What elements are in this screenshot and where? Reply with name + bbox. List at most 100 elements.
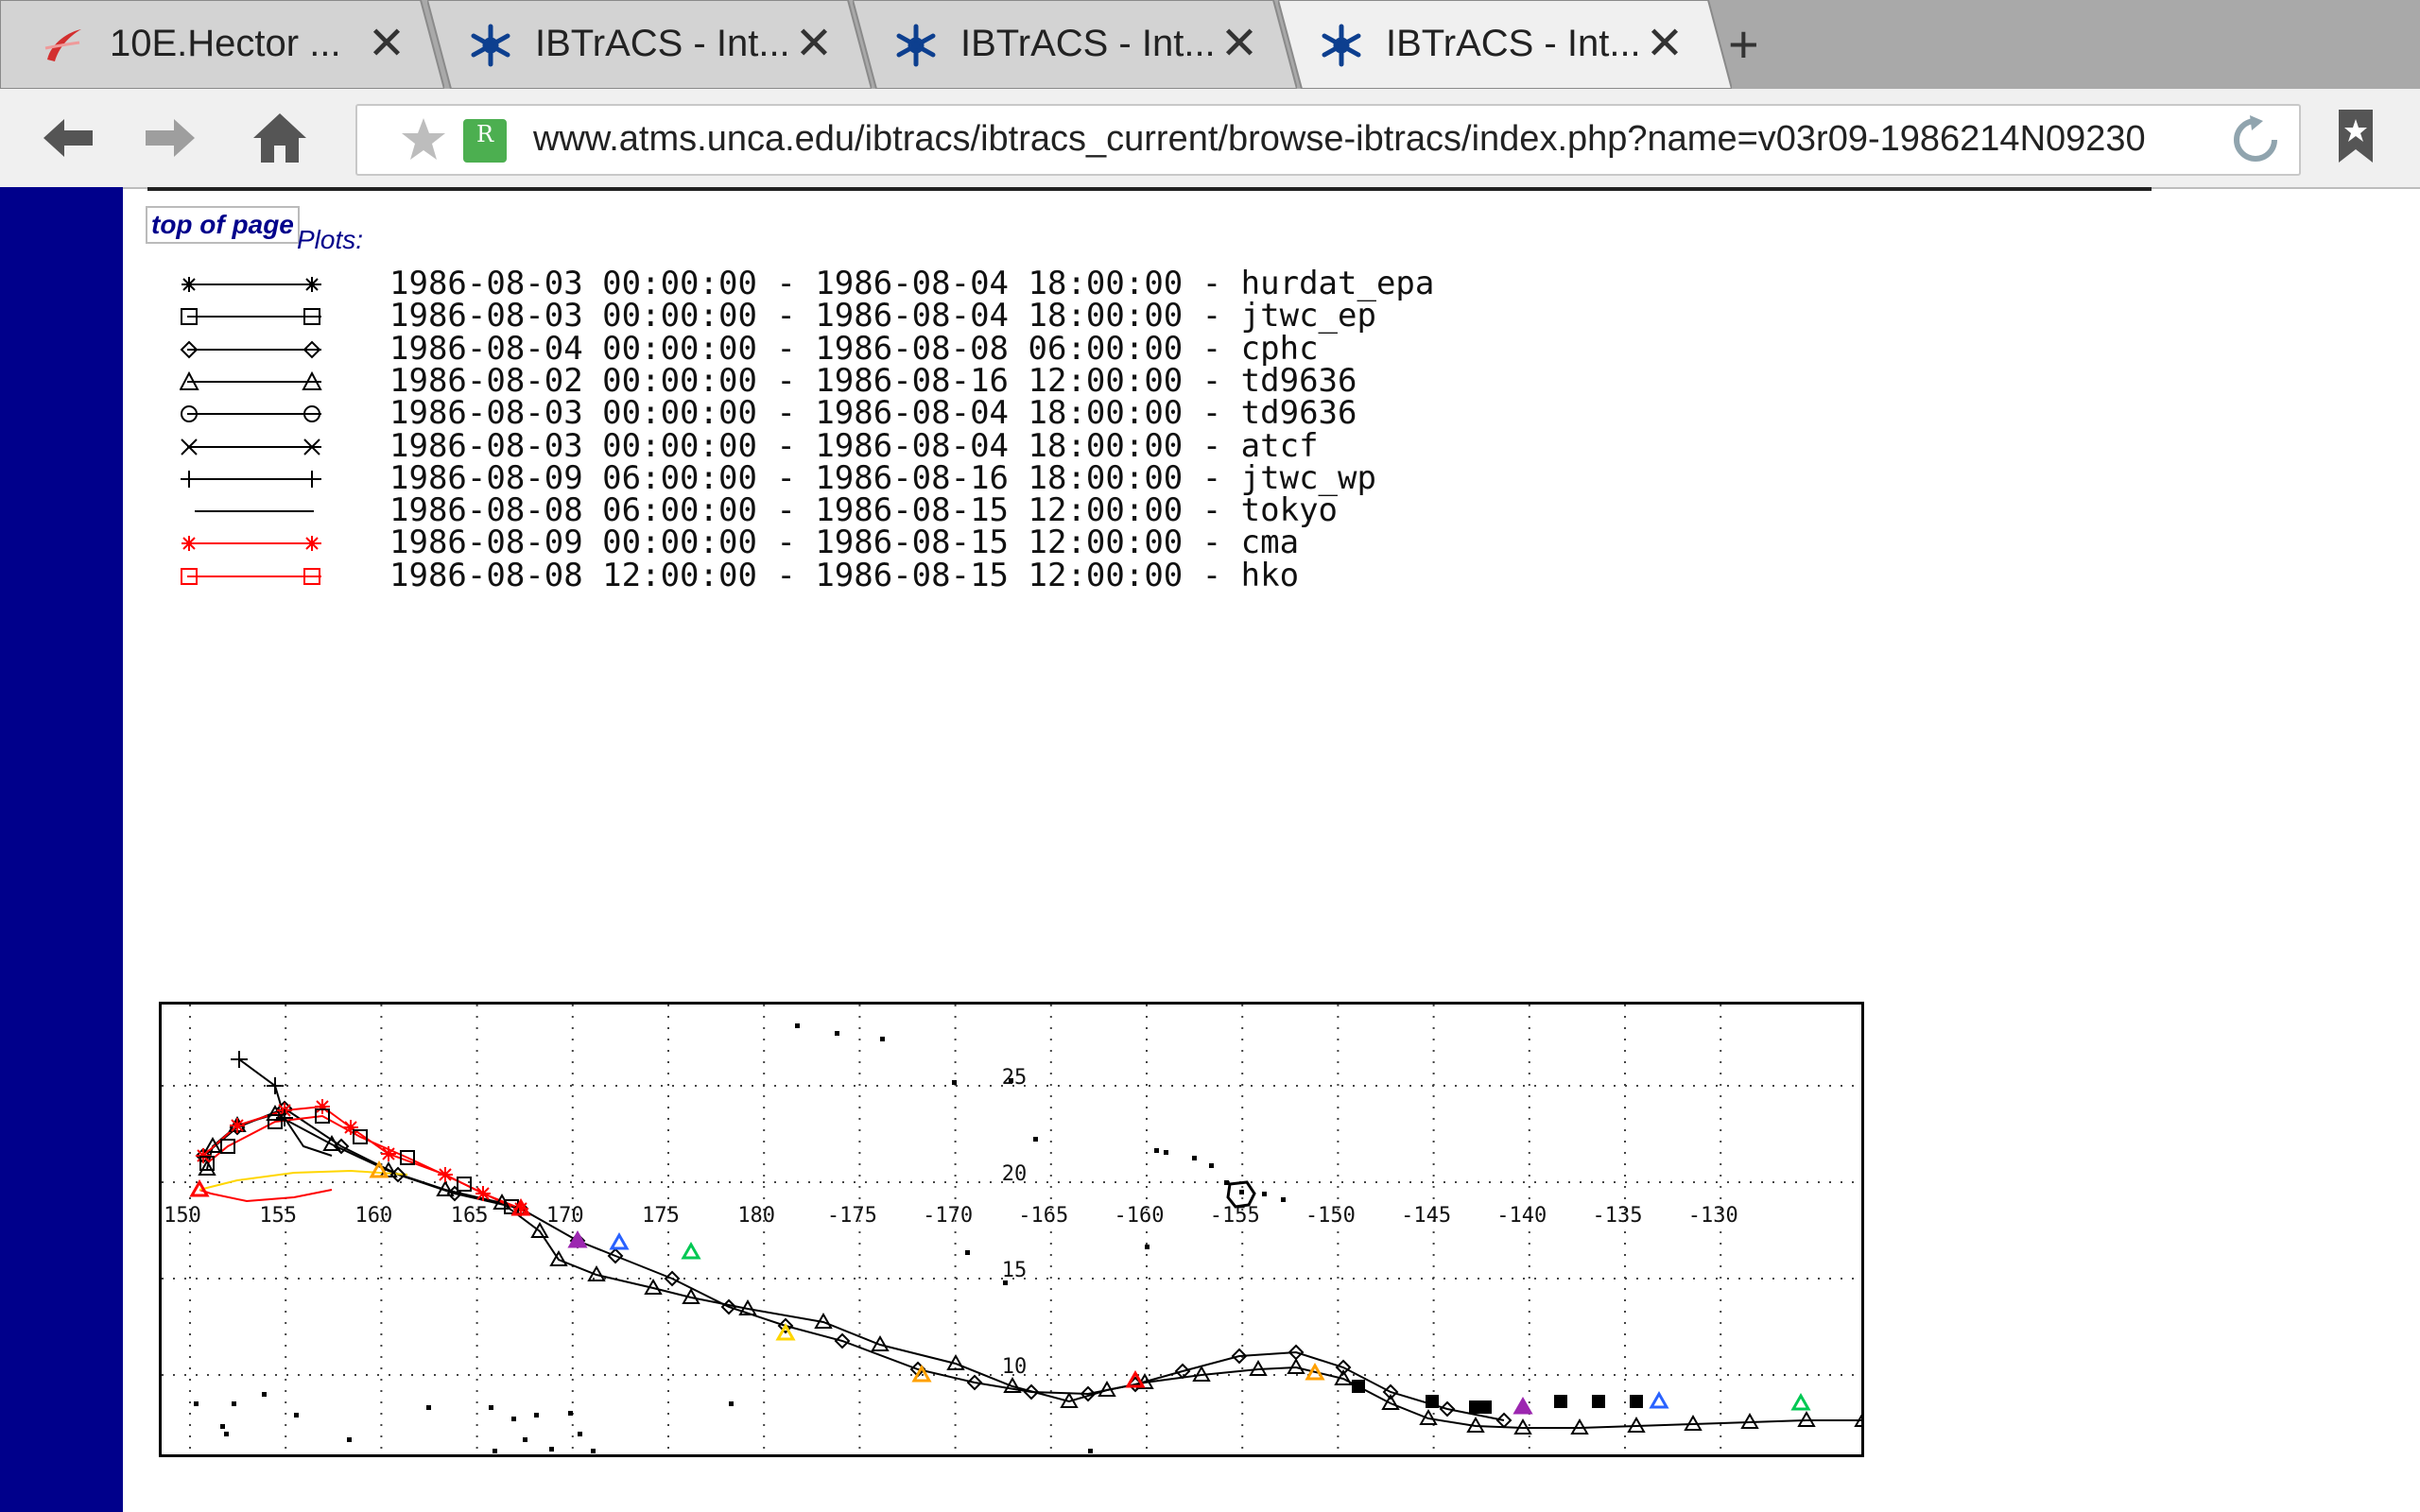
island-marker [347,1437,352,1442]
island-marker [1262,1192,1267,1196]
legend-row: 1986-08-09 06:00:00 - 1986-08-16 18:00:0… [180,459,1503,497]
island-marker [1281,1197,1286,1202]
swirl-icon [42,24,85,67]
island-marker [1209,1163,1214,1168]
track-marker [438,1167,453,1182]
island-marker [965,1250,970,1255]
legend-row: 1986-08-04 00:00:00 - 1986-08-08 06:00:0… [180,330,1503,368]
close-icon[interactable]: ✕ [1216,17,1263,70]
tab-3-title: IBTrACS - Int... [960,23,1216,64]
lon-label: 165 [451,1204,489,1228]
legend-marker [182,536,197,552]
reader-extension-icon[interactable]: R [463,119,507,163]
url-text[interactable]: www.atms.unca.edu/ibtracs/ibtracs_curren… [533,119,2235,160]
close-icon[interactable]: ✕ [363,17,410,70]
island-marker [294,1413,299,1418]
island-marker [578,1432,582,1436]
address-bar[interactable]: R www.atms.unca.edu/ibtracs/ibtracs_curr… [355,104,2301,176]
island-marker [591,1449,596,1453]
snowflake-icon [894,24,938,67]
island-marker [1033,1137,1038,1142]
top-of-page-link[interactable]: top of page [146,206,300,244]
legend-row: 1986-08-09 00:00:00 - 1986-08-15 12:00:0… [180,524,1503,561]
lon-label: 160 [355,1204,393,1228]
island-marker [549,1447,554,1452]
lon-label: 180 [737,1204,775,1228]
snowflake-icon [469,24,512,67]
island-marker [232,1401,236,1406]
lon-label: -150 [1305,1204,1356,1228]
track-marker [1790,1392,1811,1411]
lon-label: -160 [1115,1204,1165,1228]
legend-row: 1986-08-03 00:00:00 - 1986-08-04 18:00:0… [180,265,1503,302]
close-icon[interactable]: ✕ [1641,17,1688,70]
island-marker [1145,1245,1150,1249]
track-marker [1649,1390,1669,1409]
legend-row: 1986-08-08 06:00:00 - 1986-08-15 12:00:0… [180,491,1503,529]
star-icon[interactable] [399,115,448,169]
lon-label: -170 [923,1204,973,1228]
island-marker [489,1405,493,1410]
track-marker [1630,1395,1643,1408]
forward-arrow-icon[interactable] [140,108,200,168]
track-marker [1554,1395,1567,1408]
tab-3[interactable]: IBTrACS - Int... ✕ [853,0,1297,89]
legend-line-sample [181,567,321,585]
track-marker [1352,1380,1365,1393]
lon-label: 155 [259,1204,297,1228]
track-td9636 [206,1112,1861,1429]
track-marker [267,1077,284,1094]
tab-1-title: 10E.Hector ... [110,23,341,64]
legend-line-sample [181,308,321,326]
reload-icon[interactable] [2229,113,2282,171]
bookmarks-icon[interactable] [2333,108,2378,169]
island-marker [194,1401,199,1406]
track-marker [1512,1396,1533,1415]
tab-4-active[interactable]: IBTrACS - Int... ✕ [1278,0,1732,89]
island-marker [262,1392,267,1397]
lon-label: 150 [164,1204,201,1228]
lat-label: 25 [1002,1066,1028,1090]
tab-1[interactable]: 10E.Hector ... ✕ [0,0,444,89]
back-arrow-icon[interactable] [38,108,98,168]
island-marker [220,1424,225,1429]
legend-line-sample [181,405,321,423]
island-marker [224,1432,229,1436]
close-icon[interactable]: ✕ [790,17,838,70]
track-marker [1426,1395,1439,1408]
legend-marker [304,536,320,552]
track-marker [1592,1395,1605,1408]
island-marker [1192,1156,1197,1160]
lon-label: 170 [546,1204,584,1228]
island-marker [1224,1180,1229,1185]
new-tab-button[interactable]: + [1728,13,1759,75]
legend-row: 1986-08-03 00:00:00 - 1986-08-04 18:00:0… [180,297,1503,335]
storm-track-map: 150 155 160 165 170 175 180 -175 -170 -165 -160 -15… [159,1002,1864,1457]
home-icon[interactable] [250,108,310,168]
legend-marker [304,277,320,292]
track-yellow-segment [199,1169,408,1191]
legend-line-sample [181,438,321,455]
legend-row: 1986-08-08 12:00:00 - 1986-08-15 12:00:0… [180,557,1503,594]
legend-row: 1986-08-03 00:00:00 - 1986-08-04 18:00:0… [180,427,1503,465]
island-marker [1088,1449,1093,1453]
tab-2[interactable]: IBTrACS - Int... ✕ [427,0,872,89]
island-marker [493,1449,497,1453]
plots-label: Plots: [297,225,364,254]
island-marker [511,1417,516,1421]
browser-toolbar: R www.atms.unca.edu/ibtracs/ibtracs_curr… [0,89,2420,189]
legend-line-sample [180,370,322,390]
island-marker [1164,1150,1168,1155]
tab-4-title: IBTrACS - Int... [1386,23,1641,64]
legend-line-sample [181,470,321,488]
page-content: top of page Plots: 1986-08-03 00:00:00 -… [123,187,2420,1512]
lon-label: -135 [1593,1204,1643,1228]
track-marker [315,1099,330,1114]
lon-label: 175 [642,1204,680,1228]
legend-marker [303,470,320,488]
island-marker [523,1437,527,1442]
legend-line-sample [182,536,321,552]
island-marker [534,1413,539,1418]
island-marker [1003,1280,1008,1285]
lon-label: -175 [827,1204,877,1228]
